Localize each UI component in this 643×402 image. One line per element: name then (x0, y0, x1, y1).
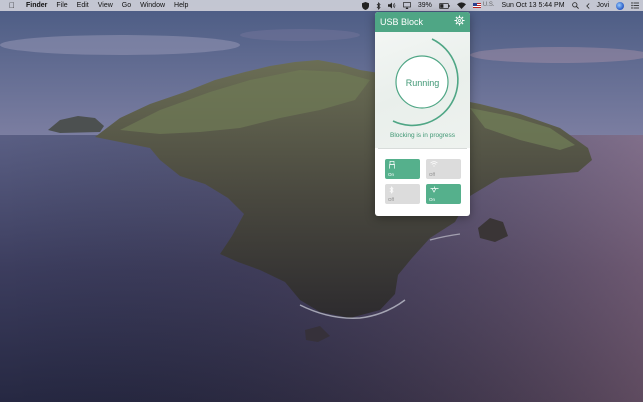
toggle-state: Off (388, 197, 394, 202)
siri-icon[interactable] (616, 1, 624, 10)
status-ring (392, 38, 459, 127)
desktop-wallpaper (0, 0, 643, 402)
status-message: Blocking is in progress (389, 132, 456, 139)
battery-icon[interactable] (438, 2, 450, 9)
menu-edit[interactable]: Edit (77, 0, 89, 11)
toggle-state: Off (429, 172, 435, 177)
divider (378, 148, 467, 149)
menu-bar:  Finder File Edit View Go Window Help 3… (0, 0, 643, 11)
battery-percentage: 39% (417, 2, 432, 9)
chevron-left-icon[interactable] (585, 2, 590, 9)
apple-menu-icon[interactable]:  (9, 0, 15, 11)
volume-icon[interactable] (387, 2, 396, 9)
menu-go[interactable]: Go (122, 0, 131, 11)
bluetooth-toggle[interactable]: Off (385, 184, 420, 204)
user-name[interactable]: Jovi (597, 0, 609, 11)
menu-help[interactable]: Help (174, 0, 188, 11)
clock[interactable]: Sun Oct 13 5:44 PM (502, 0, 565, 11)
app-menu-finder[interactable]: Finder (26, 0, 47, 11)
usb-block-popover: USB Block Running Blocking is in progres… (375, 12, 470, 216)
usb-block-shield-icon[interactable] (361, 1, 369, 10)
popover-header: USB Block (375, 12, 470, 32)
network-icon (430, 186, 439, 194)
usb-drive-toggle[interactable]: On (385, 159, 420, 179)
input-source-menu[interactable]: U.S. (472, 0, 495, 11)
menu-window[interactable]: Window (140, 0, 165, 11)
wifi-icon (430, 161, 438, 168)
app-title: USB Block (380, 17, 424, 27)
menu-file[interactable]: File (56, 0, 67, 11)
input-source-label: U.S. (482, 2, 495, 8)
airplay-icon[interactable] (402, 2, 411, 9)
us-flag-icon (472, 3, 481, 8)
menu-view[interactable]: View (98, 0, 113, 11)
wifi-toggle[interactable]: Off (426, 159, 461, 179)
bluetooth-icon (389, 186, 394, 195)
spotlight-search-icon[interactable] (571, 2, 579, 9)
wifi-icon[interactable] (456, 2, 466, 9)
usb-drive-icon (389, 161, 395, 170)
status-area: Running Blocking is in progress (375, 32, 470, 148)
status-label: Running (405, 78, 440, 88)
notification-center-icon[interactable] (631, 2, 639, 9)
device-toggle-grid: On Off Off On (385, 159, 461, 204)
toggle-state: On (388, 172, 395, 177)
bluetooth-icon[interactable] (376, 1, 381, 10)
network-toggle[interactable]: On (426, 184, 461, 204)
toggle-state: On (429, 197, 436, 202)
settings-gear-icon[interactable] (454, 13, 465, 31)
